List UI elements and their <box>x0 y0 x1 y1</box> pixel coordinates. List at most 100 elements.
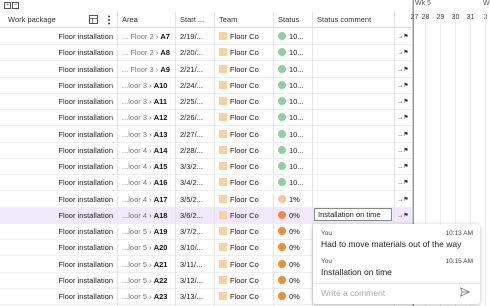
jump-to-gantt-icon[interactable]: →⚑ <box>395 110 411 126</box>
more-options-icon[interactable] <box>107 15 111 25</box>
area-cell[interactable]: ...loor 5 › A22 <box>118 273 175 289</box>
status-cell[interactable]: 10... <box>274 127 312 143</box>
status-cell[interactable]: 10... <box>274 78 312 94</box>
table-row[interactable]: Floor installation... Floor 2 › A8 2/20/.… <box>0 45 412 62</box>
start-date[interactable]: 3/11/... <box>176 257 214 273</box>
status-comment[interactable] <box>313 143 393 159</box>
table-row[interactable]: Floor installation ...loor 4 › A15 3/3/2..… <box>0 159 412 176</box>
team-cell[interactable]: Floor Co <box>215 192 273 208</box>
area-cell[interactable]: ...loor 5 › A23 <box>118 289 175 305</box>
team-cell[interactable]: Floor Co <box>215 94 273 110</box>
collapse-icon[interactable]: – <box>12 2 19 9</box>
work-package-name[interactable]: Floor installation <box>0 45 117 61</box>
table-row[interactable]: Floor installation ...loor 3 › A11 2/25/..… <box>0 94 412 111</box>
start-date[interactable]: 2/25/... <box>176 94 214 110</box>
status-comment-input[interactable]: Installation on time <box>314 208 392 221</box>
table-row[interactable]: Floor installation ...loor 3 › A12 2/26/..… <box>0 110 412 127</box>
status-cell[interactable]: 10... <box>274 45 312 61</box>
status-comment[interactable] <box>313 110 393 126</box>
status-comment[interactable] <box>313 159 393 175</box>
work-package-name[interactable]: Floor installation <box>0 175 117 191</box>
start-date[interactable]: 2/24/... <box>176 78 214 94</box>
team-cell[interactable]: Floor Co <box>215 45 273 61</box>
table-row[interactable]: Floor installation ...loor 4 › A17 3/5/2..… <box>0 192 412 208</box>
status-cell[interactable]: 1% <box>274 192 312 208</box>
area-cell[interactable]: ...loor 5 › A20 <box>118 240 175 256</box>
jump-to-gantt-icon[interactable]: →⚑ <box>395 78 411 94</box>
send-icon[interactable] <box>460 287 470 297</box>
column-divider[interactable] <box>214 12 215 306</box>
area-cell[interactable]: ...loor 4 › A17 <box>118 192 175 208</box>
work-package-name[interactable]: Floor installation <box>0 289 117 305</box>
table-row[interactable]: Floor installation ...loor 4 › A14 2/28/..… <box>0 143 412 159</box>
work-package-name[interactable]: Floor installation <box>0 110 117 126</box>
start-date[interactable]: 3/12/... <box>176 273 214 289</box>
team-cell[interactable]: Floor Co <box>215 62 273 78</box>
table-row[interactable]: Floor installation ...loor 3 › A13 2/27/..… <box>0 127 412 143</box>
header-area[interactable]: Area <box>122 12 138 28</box>
column-divider[interactable] <box>175 12 176 306</box>
status-comment[interactable] <box>313 94 393 110</box>
start-date[interactable]: 3/7/2... <box>176 224 214 240</box>
jump-to-gantt-icon[interactable]: →⚑ <box>395 45 411 61</box>
area-cell[interactable]: ...loor 4 › A18 <box>118 208 175 224</box>
work-package-name[interactable]: Floor installation <box>0 208 117 224</box>
jump-to-gantt-icon[interactable]: →⚑ <box>395 29 411 45</box>
area-cell[interactable]: ...loor 4 › A14 <box>118 143 175 159</box>
team-cell[interactable]: Floor Co <box>215 127 273 143</box>
write-comment-input[interactable]: Write a comment <box>321 288 385 298</box>
team-cell[interactable]: Floor Co <box>215 29 273 45</box>
area-cell[interactable]: ... Floor 2 › A8 <box>118 45 175 61</box>
team-cell[interactable]: Floor Co <box>215 208 273 224</box>
area-cell[interactable]: ...loor 5 › A21 <box>118 257 175 273</box>
status-comment[interactable] <box>313 78 393 94</box>
start-date[interactable]: 3/10/... <box>176 240 214 256</box>
area-cell[interactable]: ...loor 4 › A15 <box>118 159 175 175</box>
status-comment[interactable] <box>313 29 393 45</box>
status-cell[interactable]: 10... <box>274 159 312 175</box>
area-cell[interactable]: ...loor 3 › A10 <box>118 78 175 94</box>
start-date[interactable]: 2/28/... <box>176 143 214 159</box>
team-cell[interactable]: Floor Co <box>215 240 273 256</box>
area-cell[interactable]: ...loor 5 › A19 <box>118 224 175 240</box>
header-work-package[interactable]: Work package <box>8 12 56 28</box>
start-date[interactable]: 3/6/2... <box>176 208 214 224</box>
grid-settings-icon[interactable] <box>89 15 98 24</box>
team-cell[interactable]: Floor Co <box>215 175 273 191</box>
team-cell[interactable]: Floor Co <box>215 224 273 240</box>
area-cell[interactable]: ...loor 4 › A16 <box>118 175 175 191</box>
area-cell[interactable]: ...loor 3 › A11 <box>118 94 175 110</box>
team-cell[interactable]: Floor Co <box>215 257 273 273</box>
status-comment[interactable] <box>313 127 393 143</box>
header-status-comment[interactable]: Status comment <box>317 12 371 28</box>
expand-icon[interactable]: + <box>4 2 11 9</box>
header-start[interactable]: Start ... <box>180 12 204 28</box>
table-row[interactable]: Floor installation ...loor 4 › A16 3/4/2..… <box>0 175 412 192</box>
jump-to-gantt-icon[interactable]: →⚑ <box>395 208 411 224</box>
header-team[interactable]: Team <box>219 12 237 28</box>
area-cell[interactable]: ... Floor 2 › A7 <box>118 29 175 45</box>
table-row[interactable]: Floor installation... Floor 2 › A7 2/19/.… <box>0 29 412 46</box>
status-comment[interactable] <box>313 175 393 191</box>
jump-to-gantt-icon[interactable]: →⚑ <box>395 62 411 78</box>
work-package-name[interactable]: Floor installation <box>0 192 117 208</box>
status-comment[interactable] <box>313 45 393 61</box>
status-cell[interactable]: 10... <box>274 110 312 126</box>
start-date[interactable]: 3/5/2... <box>176 192 214 208</box>
status-cell[interactable]: 0% <box>274 257 312 273</box>
work-package-name[interactable]: Floor installation <box>0 257 117 273</box>
work-package-name[interactable]: Floor installation <box>0 78 117 94</box>
jump-to-gantt-icon[interactable]: →⚑ <box>395 175 411 191</box>
jump-to-gantt-icon[interactable]: →⚑ <box>395 192 411 208</box>
start-date[interactable]: 2/26/... <box>176 110 214 126</box>
status-comment[interactable] <box>313 192 393 208</box>
start-date[interactable]: 3/13/... <box>176 289 214 305</box>
status-comment[interactable] <box>313 62 393 78</box>
area-cell[interactable]: ... Floor 3 › A9 <box>118 62 175 78</box>
work-package-name[interactable]: Floor installation <box>0 29 117 45</box>
status-cell[interactable]: 0% <box>274 289 312 305</box>
work-package-name[interactable]: Floor installation <box>0 127 117 143</box>
column-divider[interactable] <box>117 12 118 306</box>
team-cell[interactable]: Floor Co <box>215 78 273 94</box>
work-package-name[interactable]: Floor installation <box>0 94 117 110</box>
